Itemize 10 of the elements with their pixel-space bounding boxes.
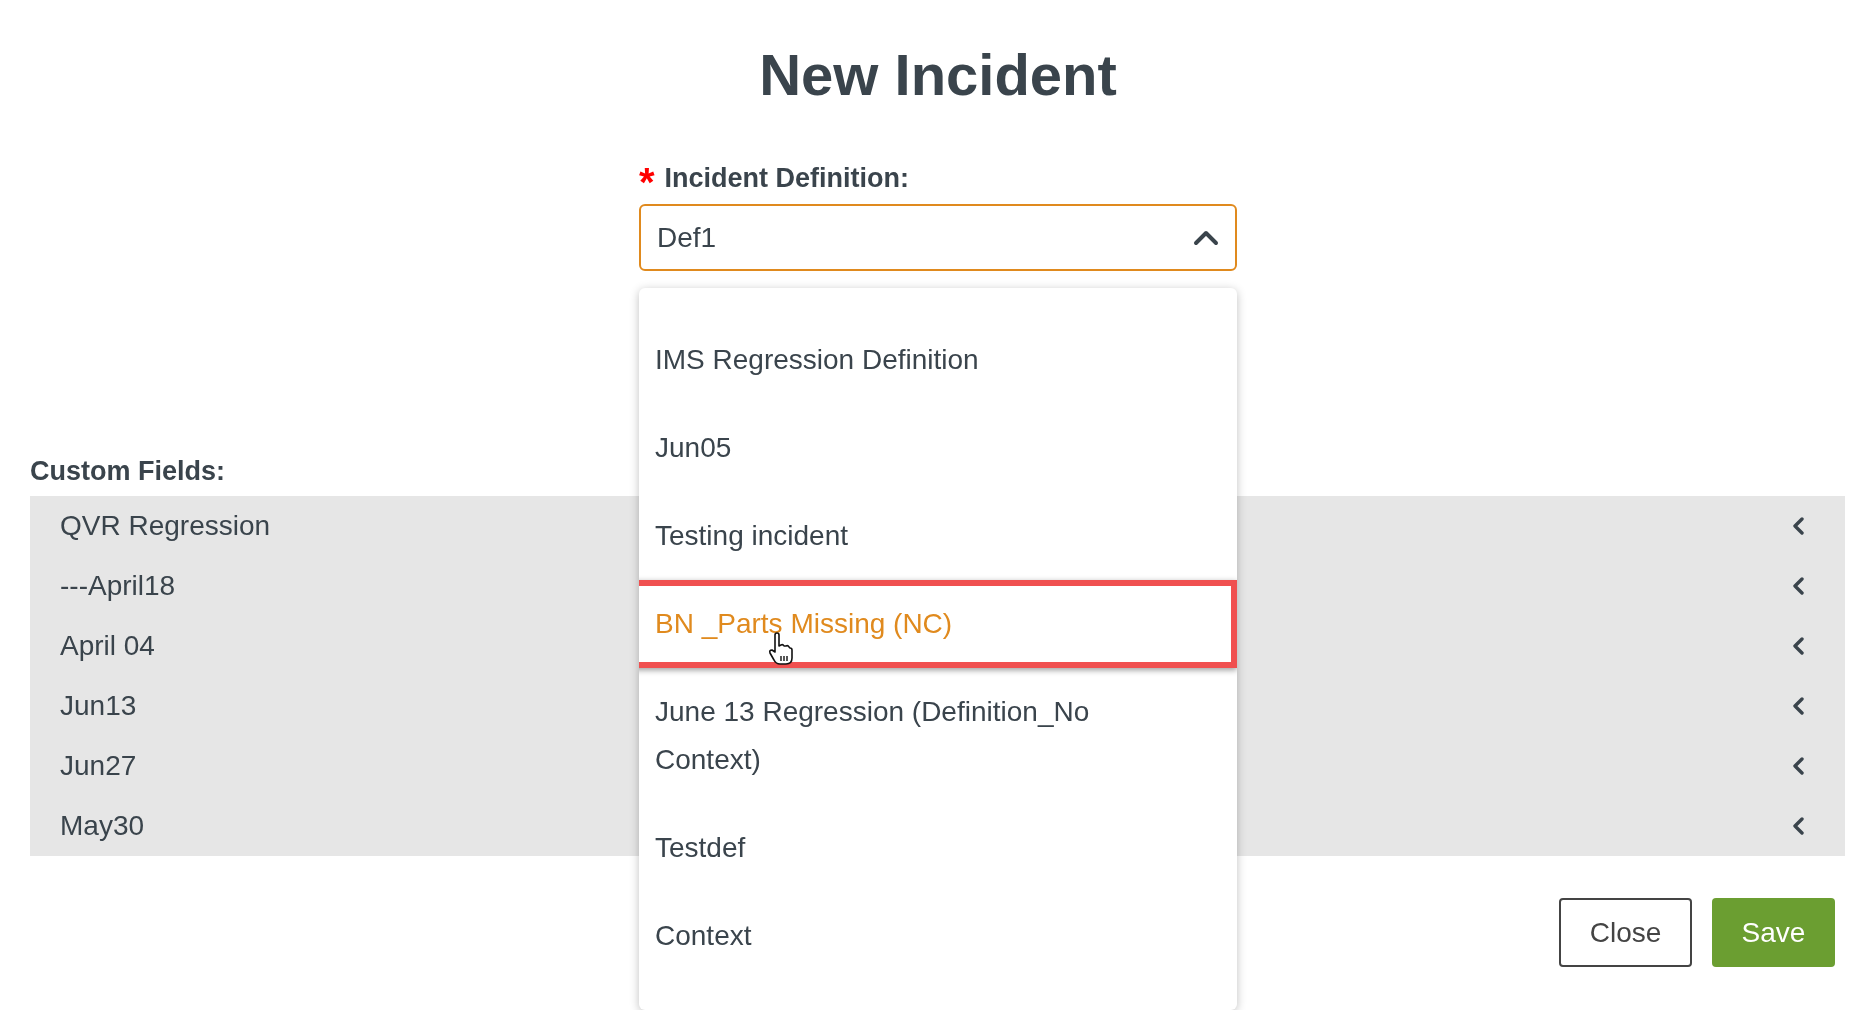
custom-field-label: Jun13	[60, 690, 137, 722]
field-label: Incident Definition:	[664, 162, 910, 194]
dialog-title: New Incident	[758, 41, 1118, 109]
required-mark: *	[639, 159, 655, 200]
custom-field-label: QVR Regression	[60, 510, 271, 542]
custom-field-label: ---April18	[60, 570, 176, 602]
custom-field-label: April 04	[60, 630, 155, 662]
section-label: Custom Fields:	[30, 455, 225, 488]
custom-field-label: Jun27	[60, 750, 137, 782]
custom-field-label: May30	[60, 810, 145, 842]
